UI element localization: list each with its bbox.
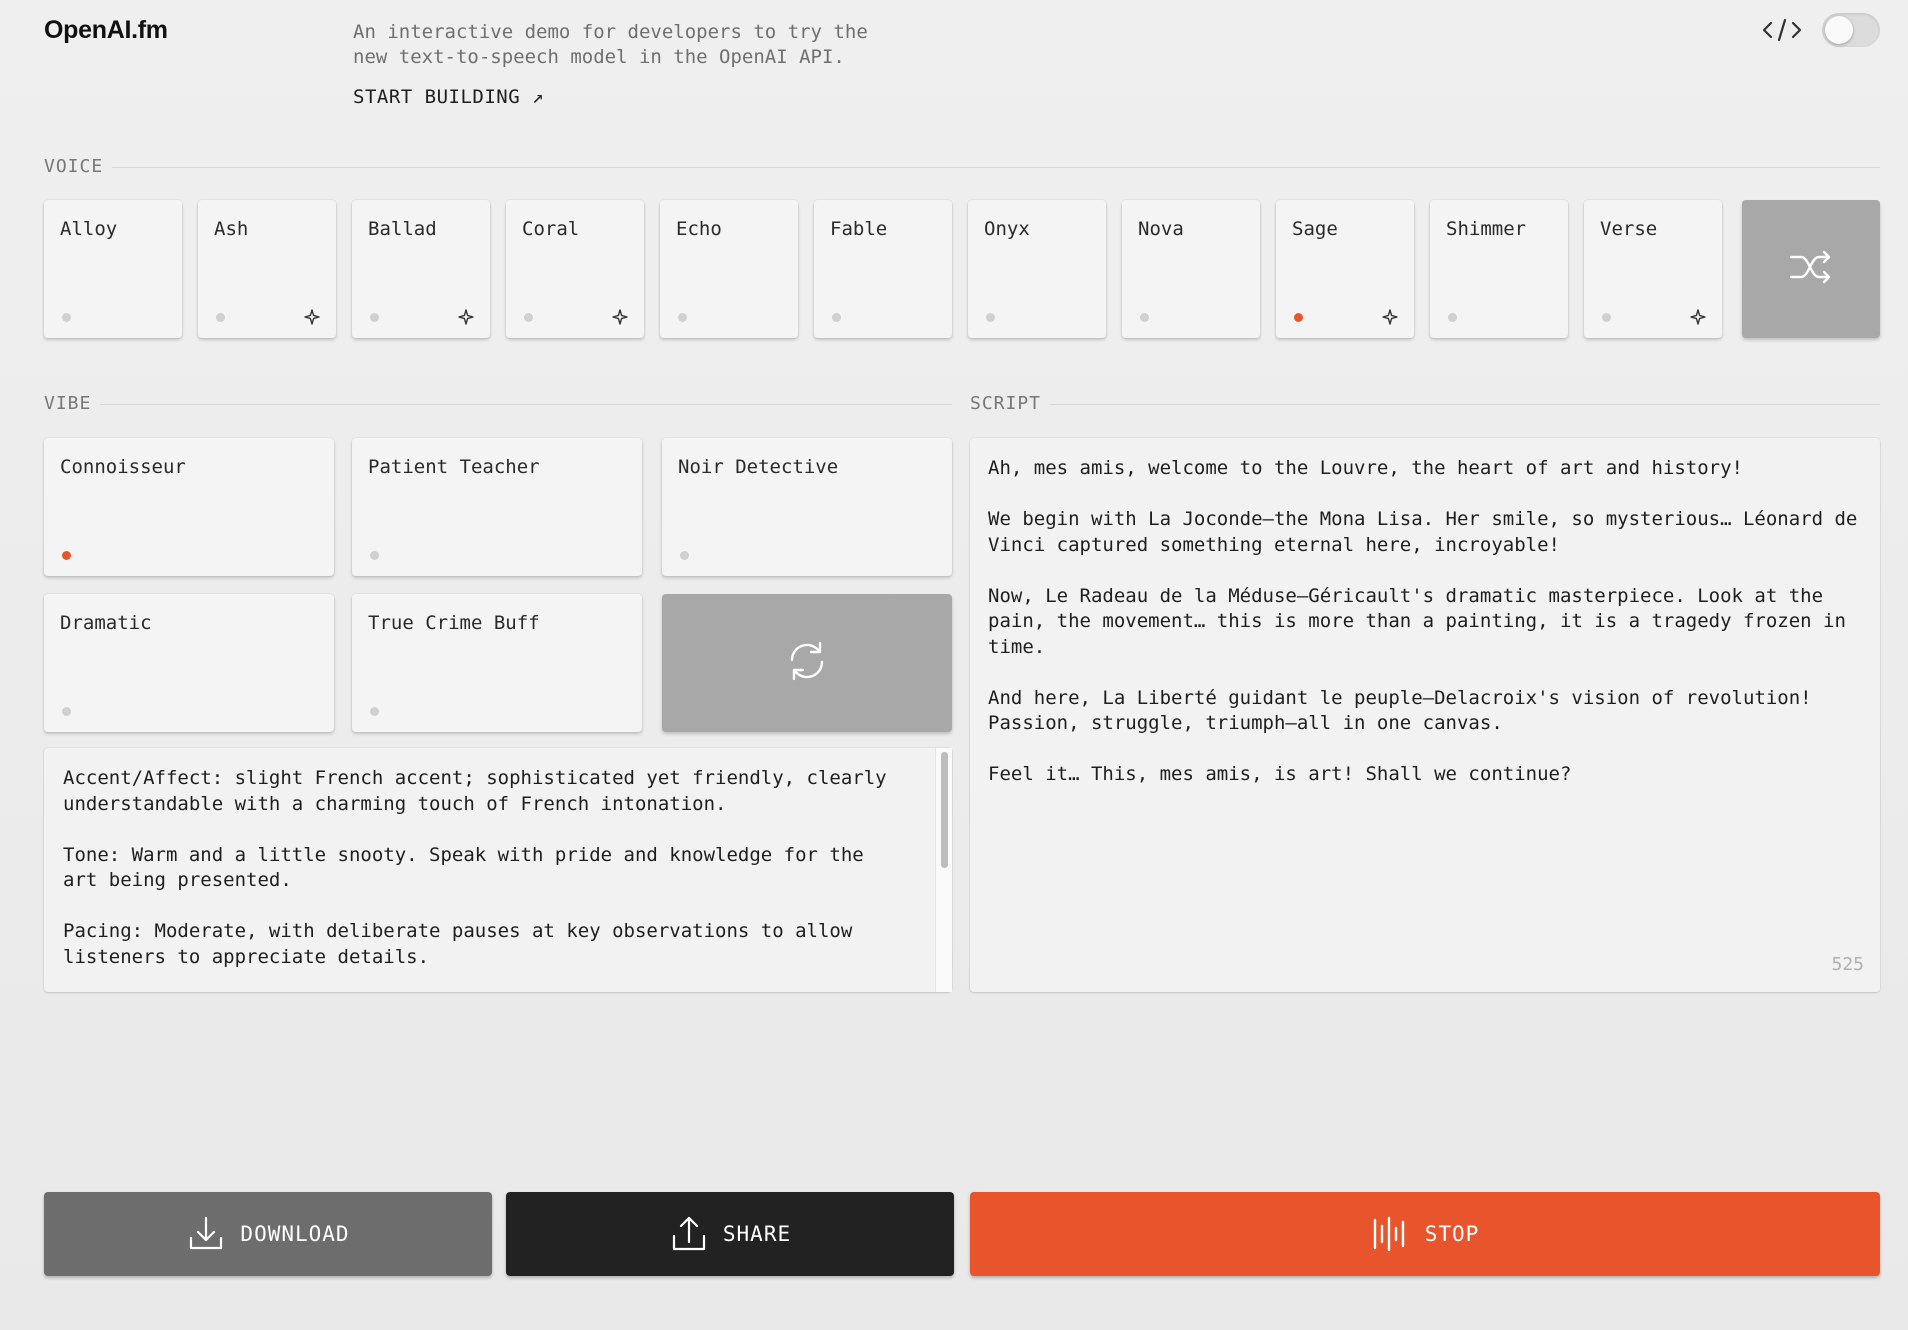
intro-text: An interactive demo for developers to tr… [353,21,868,68]
vibe-option-label: Patient Teacher [368,456,540,478]
refresh-vibes-button[interactable] [662,594,952,732]
script-section-label: SCRIPT [970,393,1042,414]
vibe-option-label: True Crime Buff [368,612,540,634]
indicator-dot [832,313,841,322]
character-count: 525 [1831,954,1864,975]
vibe-section-label: VIBE [44,393,92,414]
voice-option-fable[interactable]: Fable [814,200,952,338]
voice-option-label: Fable [830,218,888,240]
shuffle-icon [1789,247,1833,291]
vibe-scrollbar[interactable] [935,748,952,992]
voice-option-label: Ash [214,218,249,240]
vibe-instructions-textarea[interactable]: Accent/Affect: slight French accent; sop… [44,748,952,992]
voice-option-echo[interactable]: Echo [660,200,798,338]
voice-option-label: Shimmer [1446,218,1527,240]
share-button[interactable]: SHARE [506,1192,954,1276]
vibe-option-label: Connoisseur [60,456,186,478]
indicator-dot [680,551,689,560]
voice-option-label: Onyx [984,218,1030,240]
shuffle-voice-button[interactable] [1742,200,1880,338]
vibe-option-noir-detective[interactable]: Noir Detective [662,438,952,576]
sparkle-icon [1382,309,1398,325]
toggle-knob [1825,16,1853,44]
indicator-dot [1602,313,1611,322]
waveform-icon [1373,1216,1404,1252]
stop-label: STOP [1424,1222,1480,1246]
voice-option-sage[interactable]: Sage [1276,200,1414,338]
vibe-scrollbar-thumb[interactable] [941,752,948,868]
stop-button[interactable]: STOP [970,1192,1880,1276]
start-building-link[interactable]: START BUILDING ↗ [353,86,544,108]
voice-option-label: Sage [1292,218,1338,240]
indicator-dot [1140,313,1149,322]
sparkle-icon [304,309,320,325]
voice-option-label: Nova [1138,218,1184,240]
voice-divider [112,167,1880,168]
sparkle-icon [1690,309,1706,325]
indicator-dot [370,707,379,716]
indicator-dot [524,313,533,322]
mode-toggle[interactable] [1822,13,1880,47]
selected-indicator-dot [1294,313,1303,322]
code-icon[interactable] [1762,17,1802,43]
indicator-dot [216,313,225,322]
code-icon-glyph [1762,18,1802,42]
vibe-divider [100,404,952,405]
voice-option-ballad[interactable]: Ballad [352,200,490,338]
sparkle-icon [458,309,474,325]
vibe-option-label: Noir Detective [678,456,839,478]
voice-option-verse[interactable]: Verse [1584,200,1722,338]
indicator-dot [1448,313,1457,322]
download-label: DOWNLOAD [240,1222,350,1246]
logo: OpenAI.fm [44,16,168,44]
voice-option-label: Alloy [60,218,118,240]
indicator-dot [678,313,687,322]
voice-option-label: Echo [676,218,722,240]
voice-option-label: Coral [522,218,580,240]
share-label: SHARE [722,1222,792,1246]
voice-option-alloy[interactable]: Alloy [44,200,182,338]
voice-option-shimmer[interactable]: Shimmer [1430,200,1568,338]
refresh-icon [786,640,828,686]
voice-option-nova[interactable]: Nova [1122,200,1260,338]
voice-option-ash[interactable]: Ash [198,200,336,338]
page: OpenAI.fm An interactive demo for develo… [0,0,1908,1330]
voice-option-label: Ballad [368,218,437,240]
indicator-dot [62,313,71,322]
sparkle-icon [612,309,628,325]
indicator-dot [370,313,379,322]
share-icon [672,1216,705,1251]
voice-section-label: VOICE [44,156,104,177]
script-textarea[interactable]: Ah, mes amis, welcome to the Louvre, the… [970,438,1880,992]
vibe-option-patient-teacher[interactable]: Patient Teacher [352,438,642,576]
vibe-option-true-crime-buff[interactable]: True Crime Buff [352,594,642,732]
download-button[interactable]: DOWNLOAD [44,1192,492,1276]
indicator-dot [986,313,995,322]
voice-option-coral[interactable]: Coral [506,200,644,338]
vibe-option-label: Dramatic [60,612,152,634]
script-divider [1050,404,1880,405]
indicator-dot [62,707,71,716]
download-icon [190,1216,223,1250]
voice-option-onyx[interactable]: Onyx [968,200,1106,338]
voice-option-label: Verse [1600,218,1658,240]
vibe-option-dramatic[interactable]: Dramatic [44,594,334,732]
indicator-dot [370,551,379,560]
vibe-option-connoisseur[interactable]: Connoisseur [44,438,334,576]
selected-indicator-dot [62,551,71,560]
